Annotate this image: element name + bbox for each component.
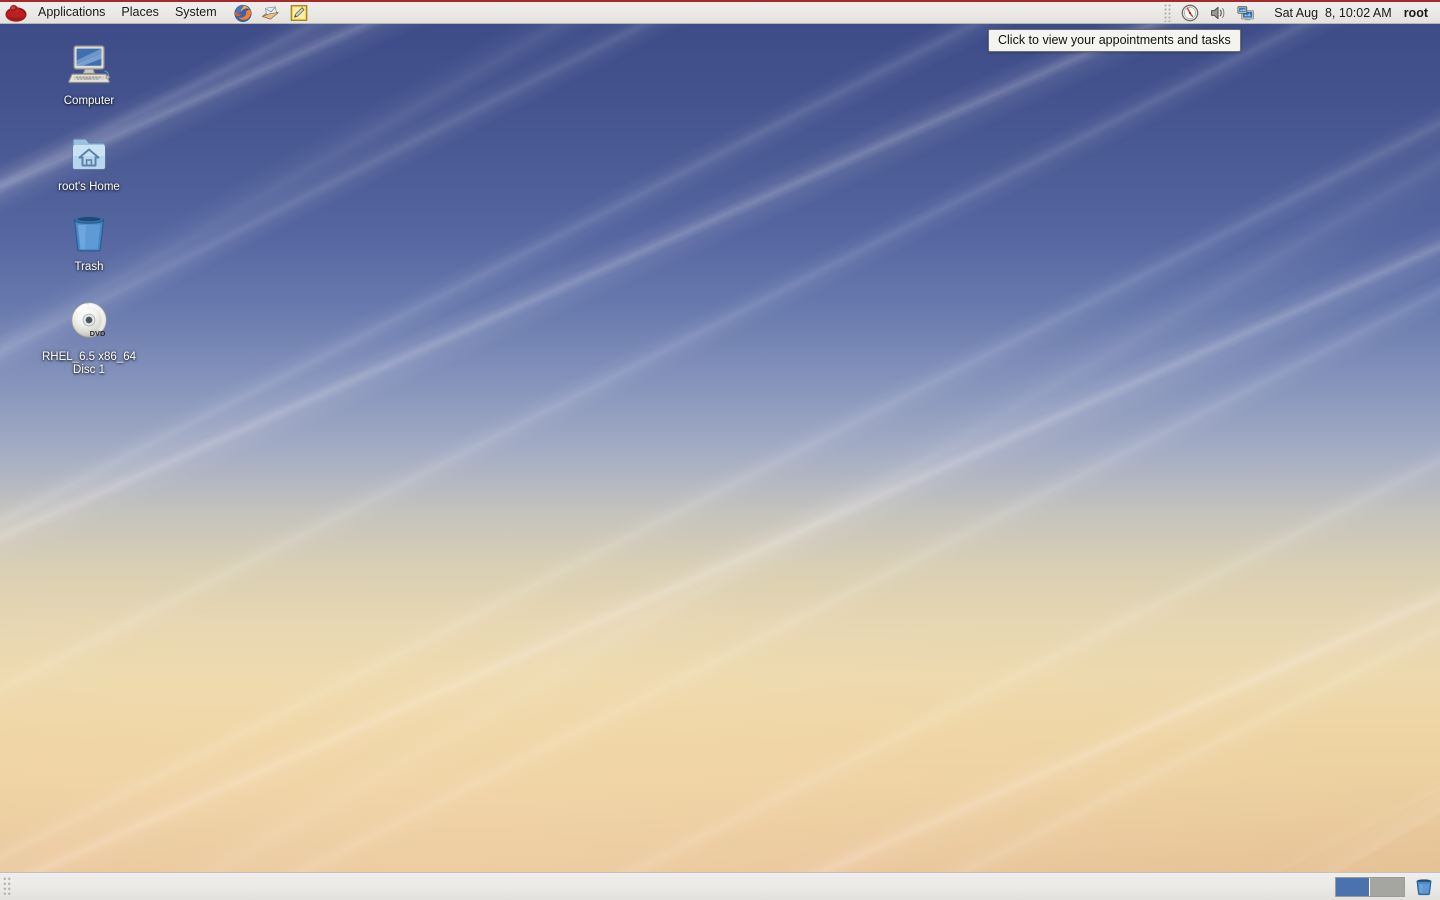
desktop-icon-label: Computer xyxy=(63,95,115,107)
computer-icon xyxy=(19,40,159,92)
workspace-1[interactable] xyxy=(1336,877,1370,896)
menu-applications[interactable]: Applications xyxy=(30,1,113,24)
workspace-switcher[interactable] xyxy=(1335,876,1405,897)
redhat-shadowman-logo[interactable] xyxy=(4,2,28,24)
workspace-2[interactable] xyxy=(1370,877,1404,896)
wallpaper-streaks-layer-2 xyxy=(0,0,1440,900)
desktop-icon-trash[interactable]: Trash xyxy=(19,206,159,274)
wallpaper-glow xyxy=(0,0,1440,900)
wallpaper-streaks-layer-1 xyxy=(0,0,1440,900)
bottom-panel-handle[interactable] xyxy=(3,876,11,897)
speaker-icon[interactable] xyxy=(1207,2,1229,24)
dvd-badge-text: DVD xyxy=(90,329,106,338)
firefox-icon[interactable] xyxy=(232,2,254,24)
wallpaper-streaks-layer-3 xyxy=(0,0,1440,900)
desktop-icon-label: Trash xyxy=(74,261,104,273)
desktop-icon-dvd[interactable]: DVD RHEL_6.5 x86_64 Disc 1 xyxy=(19,296,159,377)
notification-area-handle[interactable] xyxy=(1164,3,1172,22)
dvd-disc-icon: DVD xyxy=(19,296,159,348)
top-panel-left: Applications Places System xyxy=(0,2,313,23)
network-monitor-icon[interactable] xyxy=(1235,2,1257,24)
top-panel: Applications Places System Sat Aug 8, 10… xyxy=(0,0,1440,24)
mail-icon[interactable] xyxy=(260,2,282,24)
clock[interactable]: Sat Aug 8, 10:02 AM xyxy=(1260,6,1401,20)
desktop-icon-label: RHEL_6.5 x86_64 Disc 1 xyxy=(42,351,136,376)
bottom-panel xyxy=(0,872,1440,900)
trash-applet-icon[interactable] xyxy=(1413,876,1435,898)
user-menu[interactable]: root xyxy=(1402,6,1434,20)
notepad-icon[interactable] xyxy=(288,2,310,24)
desktop-screen: Applications Places System Sat Aug 8, 10… xyxy=(0,0,1440,900)
menu-system[interactable]: System xyxy=(167,1,225,24)
desktop-icon-label: root's Home xyxy=(58,181,120,193)
top-panel-right: Sat Aug 8, 10:02 AM root xyxy=(1162,2,1440,23)
menu-places[interactable]: Places xyxy=(113,1,167,24)
desktop-wallpaper[interactable] xyxy=(0,0,1440,900)
clock-tooltip: Click to view your appointments and task… xyxy=(988,29,1241,52)
desktop-icon-computer[interactable]: Computer xyxy=(19,40,159,108)
trash-icon xyxy=(19,206,159,258)
window-list[interactable] xyxy=(11,873,1335,900)
desktop-icon-home[interactable]: root's Home xyxy=(19,126,159,194)
home-folder-icon xyxy=(19,126,159,178)
gauge-icon[interactable] xyxy=(1179,2,1201,24)
